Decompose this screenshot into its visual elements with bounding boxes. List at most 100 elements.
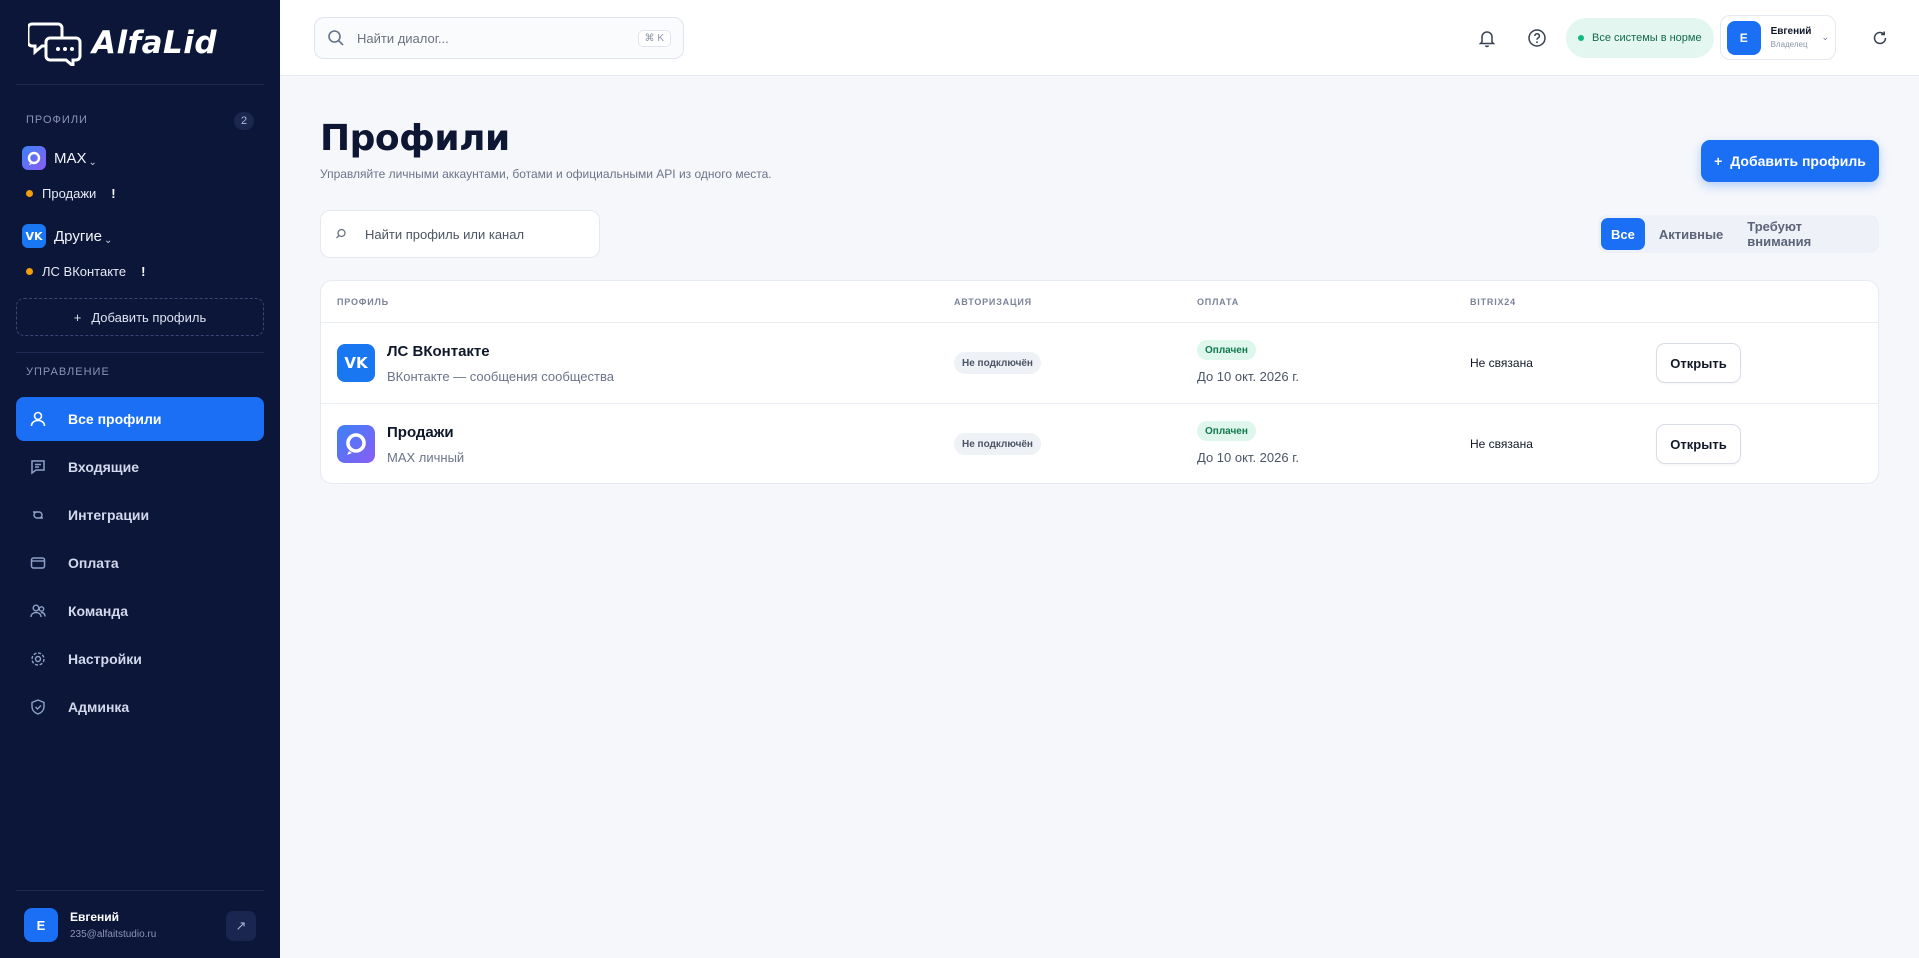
system-status-badge[interactable]: Все системы в норме [1566, 18, 1714, 58]
profiles-count-badge: 2 [234, 112, 254, 130]
warning-mark: ! [141, 264, 146, 279]
vk-icon: VK [337, 344, 375, 382]
sidebar-user[interactable]: E Евгений 235@alfaitstudio.ru [24, 908, 156, 942]
sidebar: AlfaLid ПРОФИЛИ 2 MAX ⌄ Продажи ! VK Дру… [0, 0, 280, 958]
user-email: 235@alfaitstudio.ru [70, 929, 157, 940]
profile-name: Продажи [387, 424, 454, 441]
payment-date: До 10 окт. 2026 г. [1197, 369, 1299, 384]
nav-label: Все профили [68, 411, 162, 427]
add-profile-label: Добавить профиль [91, 309, 207, 325]
chevron-down-icon: ⌄ [1821, 32, 1829, 42]
profile-group-other[interactable]: VK Другие ⌄ [22, 224, 112, 248]
sidebar-add-profile-button[interactable]: + Добавить профиль [16, 298, 264, 336]
chat-bubbles-icon [28, 22, 82, 66]
chevron-down-icon: ⌄ [104, 234, 113, 246]
page-title: Профили [320, 118, 510, 159]
user-icon [28, 409, 48, 429]
plus-icon: + [1714, 153, 1723, 169]
avatar: E [24, 908, 58, 942]
column-header-auth: АВТОРИЗАЦИЯ [954, 297, 1032, 307]
divider [16, 352, 264, 353]
nav-label: Оплата [68, 555, 119, 571]
avatar: E [1727, 20, 1761, 55]
divider [16, 890, 264, 891]
topbar: ⌘ K Все системы в норме E Евгений Владел… [280, 0, 1919, 76]
status-text: Все системы в норме [1592, 32, 1702, 44]
profile-name: ЛС ВКонтакте [387, 343, 490, 360]
nav-label: Интеграции [68, 507, 150, 523]
user-role: Владелец [1770, 40, 1808, 49]
shield-icon [28, 697, 48, 717]
gear-icon [28, 649, 48, 669]
nav-item-admin[interactable]: Админка [16, 685, 264, 729]
search-icon [328, 30, 344, 46]
nav-label: Админка [68, 699, 130, 715]
bitrix-status: Не связана [1470, 437, 1533, 451]
profile-group-title: Другие [54, 227, 103, 245]
profile-item-vk[interactable]: ЛС ВКонтакте ! [26, 264, 145, 279]
refresh-icon[interactable] [1865, 23, 1895, 53]
warning-dot [26, 190, 33, 197]
profile-item-label: Продажи [42, 186, 97, 201]
external-link-icon[interactable]: ↗ [226, 911, 256, 941]
table-row[interactable]: VK ЛС ВКонтакте ВКонтакте — сообщения со… [321, 323, 1878, 404]
integrations-icon [28, 505, 48, 525]
profile-subtitle: ВКонтакте — сообщения сообщества [387, 369, 614, 384]
nav-item-team[interactable]: Команда [16, 589, 264, 633]
help-icon[interactable] [1522, 23, 1552, 53]
nav-label: Настройки [68, 651, 142, 667]
bell-icon[interactable] [1472, 23, 1502, 53]
tab-all[interactable]: Все [1601, 218, 1645, 250]
profile-group-title: MAX [54, 149, 87, 167]
auth-status-badge: Не подключён [954, 433, 1041, 455]
warning-mark: ! [111, 186, 116, 201]
vk-icon: VK [22, 224, 46, 248]
page-subtitle: Управляйте личными аккаунтами, ботами и … [320, 167, 772, 181]
payment-status-badge: Оплачен [1197, 340, 1256, 360]
user-name: Евгений [70, 910, 120, 924]
payment-date: До 10 окт. 2026 г. [1197, 450, 1299, 465]
nav-label: Входящие [68, 459, 139, 475]
wallet-icon [28, 553, 48, 573]
tab-active[interactable]: Активные [1649, 218, 1733, 250]
team-icon [28, 601, 48, 621]
payment-status-badge: Оплачен [1197, 421, 1256, 441]
profile-item-label: ЛС ВКонтакте [42, 264, 127, 279]
open-button[interactable]: Открыть [1656, 424, 1741, 464]
profile-search[interactable] [320, 210, 600, 258]
open-button[interactable]: Открыть [1656, 343, 1741, 383]
search-icon [336, 228, 346, 239]
app-logo[interactable]: AlfaLid [28, 20, 217, 66]
manage-section-label: УПРАВЛЕНИЕ [26, 366, 110, 378]
tab-needs-attention[interactable]: Требуют внимания [1737, 218, 1876, 250]
filter-tabs: Все Активные Требуют внимания [1598, 215, 1879, 253]
user-menu[interactable]: E Евгений Владелец ⌄ [1720, 15, 1836, 60]
table-row[interactable]: Продажи MAX личный Не подключён Оплачен … [321, 404, 1878, 483]
dialog-search[interactable]: ⌘ K [314, 17, 684, 59]
add-profile-label: Добавить профиль [1730, 153, 1866, 169]
nav-item-integrations[interactable]: Интеграции [16, 493, 264, 537]
profile-item-sales[interactable]: Продажи ! [26, 186, 116, 201]
profile-search-input[interactable] [365, 226, 585, 242]
shortcut-hint: ⌘ K [637, 29, 671, 47]
column-header-profile: ПРОФИЛЬ [337, 297, 389, 307]
nav-item-all-profiles[interactable]: Все профили [16, 397, 264, 441]
max-icon [337, 425, 375, 463]
table-header: ПРОФИЛЬ АВТОРИЗАЦИЯ ОПЛАТА BITRIX24 [321, 281, 1878, 323]
nav-item-settings[interactable]: Настройки [16, 637, 264, 681]
nav-item-inbox[interactable]: Входящие [16, 445, 264, 489]
nav-label: Команда [68, 603, 128, 619]
nav-item-payment[interactable]: Оплата [16, 541, 264, 585]
profiles-section-label: ПРОФИЛИ [26, 114, 88, 126]
max-icon [22, 146, 46, 170]
profiles-table: ПРОФИЛЬ АВТОРИЗАЦИЯ ОПЛАТА BITRIX24 VK Л… [320, 280, 1879, 484]
divider [16, 84, 264, 85]
profile-group-max[interactable]: MAX ⌄ [22, 146, 97, 170]
dialog-search-input[interactable] [357, 30, 626, 46]
status-dot [1578, 35, 1584, 41]
user-name: Евгений [1770, 26, 1812, 37]
inbox-icon [28, 457, 48, 477]
column-header-bitrix: BITRIX24 [1470, 297, 1516, 307]
plus-icon: + [73, 309, 82, 325]
add-profile-button[interactable]: + Добавить профиль [1701, 140, 1879, 182]
